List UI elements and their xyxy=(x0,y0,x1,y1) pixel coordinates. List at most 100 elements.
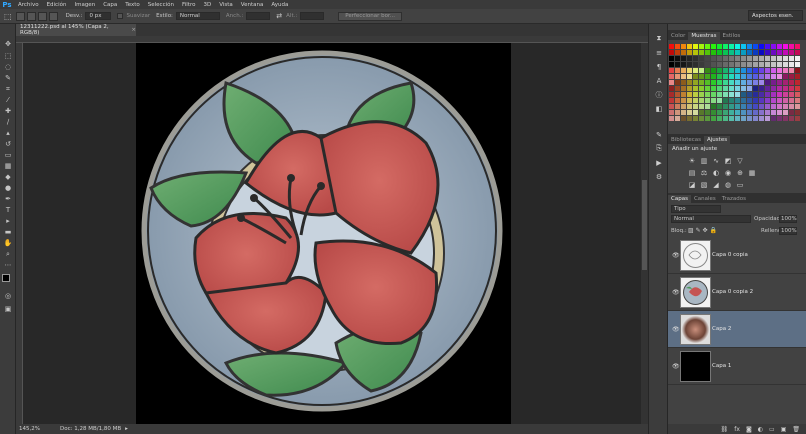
document-canvas[interactable] xyxy=(136,43,511,424)
swatch[interactable] xyxy=(783,98,788,103)
subtract-selection-icon[interactable] xyxy=(37,11,47,21)
swatch[interactable] xyxy=(747,86,752,91)
swatches-grid[interactable] xyxy=(669,44,803,126)
delete-icon[interactable]: 🗑 xyxy=(792,426,800,433)
swatch[interactable] xyxy=(675,86,680,91)
swatch[interactable] xyxy=(711,50,716,55)
swatch[interactable] xyxy=(771,56,776,61)
swatch[interactable] xyxy=(759,80,764,85)
eraser-tool-icon[interactable]: ▭ xyxy=(3,151,13,159)
swatch[interactable] xyxy=(759,92,764,97)
swatch[interactable] xyxy=(747,116,752,121)
exposure-icon[interactable]: ◩ xyxy=(724,157,732,165)
swatch[interactable] xyxy=(789,50,794,55)
swatch[interactable] xyxy=(669,44,674,49)
menu-filtro[interactable]: Filtro xyxy=(178,2,199,8)
eyedropper-tool-icon[interactable]: ⁄ xyxy=(3,96,13,104)
vertical-scroll-thumb[interactable] xyxy=(642,180,647,270)
swatch[interactable] xyxy=(735,56,740,61)
swatch[interactable] xyxy=(777,68,782,73)
swatch[interactable] xyxy=(789,74,794,79)
swatch[interactable] xyxy=(687,68,692,73)
dodge-tool-icon[interactable]: ● xyxy=(3,184,13,192)
swatch[interactable] xyxy=(693,110,698,115)
swatch[interactable] xyxy=(735,80,740,85)
swap-icon[interactable]: ⇄ xyxy=(276,12,282,20)
swatch[interactable] xyxy=(729,62,734,67)
height-input[interactable] xyxy=(300,12,325,20)
swatch[interactable] xyxy=(747,80,752,85)
swatch[interactable] xyxy=(729,98,734,103)
swatch[interactable] xyxy=(693,56,698,61)
swatch[interactable] xyxy=(777,98,782,103)
swatch[interactable] xyxy=(759,50,764,55)
swatch[interactable] xyxy=(681,80,686,85)
swatch[interactable] xyxy=(777,104,782,109)
swatch[interactable] xyxy=(687,50,692,55)
swatch[interactable] xyxy=(669,74,674,79)
swatch[interactable] xyxy=(705,92,710,97)
gradient-tool-icon[interactable]: ▦ xyxy=(3,162,13,170)
layer-row[interactable]: 👁 Capa 0 copia 2 xyxy=(668,274,806,311)
swatch[interactable] xyxy=(729,104,734,109)
swatch[interactable] xyxy=(795,98,800,103)
swatch[interactable] xyxy=(771,92,776,97)
marquee-tool-icon[interactable]: ⬚ xyxy=(3,52,13,60)
swatch[interactable] xyxy=(741,56,746,61)
swatch[interactable] xyxy=(765,104,770,109)
swatch[interactable] xyxy=(711,68,716,73)
swatch[interactable] xyxy=(711,44,716,49)
swatch[interactable] xyxy=(777,80,782,85)
swatch[interactable] xyxy=(777,92,782,97)
swatch[interactable] xyxy=(723,86,728,91)
swatch[interactable] xyxy=(741,98,746,103)
swatch[interactable] xyxy=(753,56,758,61)
swatch[interactable] xyxy=(759,56,764,61)
swatch[interactable] xyxy=(717,104,722,109)
swatch[interactable] xyxy=(735,104,740,109)
swatch[interactable] xyxy=(687,80,692,85)
swatch[interactable] xyxy=(735,110,740,115)
swatch[interactable] xyxy=(783,110,788,115)
swatch[interactable] xyxy=(795,104,800,109)
swatch[interactable] xyxy=(711,104,716,109)
swatch[interactable] xyxy=(711,86,716,91)
swatch[interactable] xyxy=(771,80,776,85)
swatch[interactable] xyxy=(795,50,800,55)
layer-row-active[interactable]: 👁 Capa 2 xyxy=(668,311,806,348)
swatch[interactable] xyxy=(777,62,782,67)
swatch[interactable] xyxy=(789,92,794,97)
swatch[interactable] xyxy=(765,98,770,103)
swatch[interactable] xyxy=(729,50,734,55)
hand-tool-icon[interactable]: ✋ xyxy=(3,239,13,247)
black-white-icon[interactable]: ◐ xyxy=(712,169,720,177)
swatch[interactable] xyxy=(705,56,710,61)
swatch[interactable] xyxy=(711,110,716,115)
swatch[interactable] xyxy=(681,44,686,49)
new-layer-icon[interactable]: ▣ xyxy=(781,426,787,433)
swatch[interactable] xyxy=(771,104,776,109)
swatch[interactable] xyxy=(741,44,746,49)
new-selection-icon[interactable] xyxy=(15,11,25,21)
swatch[interactable] xyxy=(669,116,674,121)
swatch[interactable] xyxy=(735,50,740,55)
swatch[interactable] xyxy=(765,56,770,61)
swatch[interactable] xyxy=(723,80,728,85)
photo-filter-icon[interactable]: ◉ xyxy=(724,169,732,177)
swatch[interactable] xyxy=(699,56,704,61)
swatch[interactable] xyxy=(681,98,686,103)
swatch[interactable] xyxy=(717,50,722,55)
swatch[interactable] xyxy=(741,92,746,97)
eye-icon[interactable]: 👁 xyxy=(672,289,680,296)
close-icon[interactable]: × xyxy=(131,27,136,33)
menu-imagen[interactable]: Imagen xyxy=(70,2,99,8)
swatch[interactable] xyxy=(741,116,746,121)
swatch[interactable] xyxy=(741,86,746,91)
tab-color[interactable]: Color xyxy=(668,32,688,40)
swatch[interactable] xyxy=(759,110,764,115)
gradient-map-icon[interactable]: ▭ xyxy=(736,181,744,189)
swatch[interactable] xyxy=(753,62,758,67)
swatch[interactable] xyxy=(777,74,782,79)
swatch[interactable] xyxy=(735,86,740,91)
mask-icon[interactable]: ◙ xyxy=(746,426,752,433)
